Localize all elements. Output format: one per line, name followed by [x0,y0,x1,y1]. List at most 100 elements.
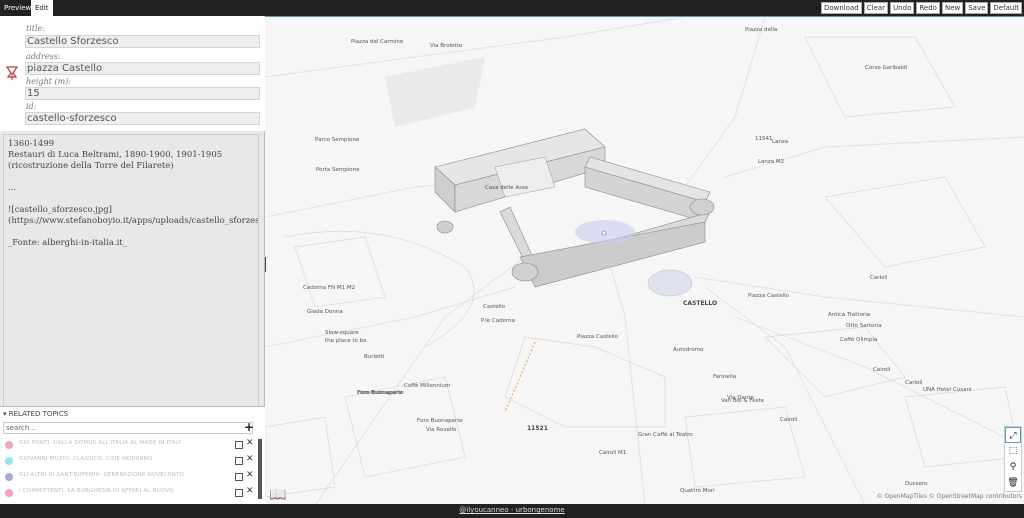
map-label: Via Rovello [426,427,457,433]
castle-3d-model [434,128,715,288]
map-label: Quattro Mori [680,488,715,494]
map-legend-book-icon[interactable]: 📖 [269,487,286,503]
draw-polygon-icon[interactable]: ⬚ [1005,443,1021,459]
list-item[interactable]: GIOVANNI MUZIO: CLASSICO, CIOÈ MODERNO ✕ [3,454,256,468]
map-canvas [265,17,1024,504]
map-label: Castello [483,304,506,310]
map-label: Porta Sempione [316,167,360,173]
id-label: id: [26,102,37,111]
map-label: Otto Sartoria [846,323,882,329]
map-label: Cairoli [780,417,798,423]
map-label: Caffè Millennium [404,383,451,389]
map-label: Lanza M2 [758,159,785,165]
add-topic-button[interactable]: + [244,420,254,434]
map-label: Casa delle Asse [485,185,529,191]
map-label: Farinella [713,374,737,380]
map-label: Cairoli [873,367,891,373]
map-label: Piazza Castello [748,293,790,299]
id-field[interactable]: castello-sforzesco [25,112,260,125]
remove-icon[interactable]: ✕ [246,438,254,448]
map-label: Carioli [870,275,888,281]
map-label: Parco Sempione [315,137,360,143]
map-label: Caffè Olimpia [840,337,878,343]
map-label: Carioli [905,380,923,386]
remove-icon[interactable]: ✕ [246,486,254,496]
map-label: Foro Buonaparte [417,418,463,424]
map-tools: ⤢ ⬚ ⚲ 🗑 [1004,426,1022,492]
topic-label: GIO PONTI: DALLA DOMUS ALL'ITALIA AL MAD… [19,440,182,446]
address-field[interactable]: piazza Castello [25,62,260,75]
map-view[interactable]: Piazza del Carmine Via Broletto Piazza d… [265,16,1024,504]
map-label: the place to be [325,338,367,344]
map-label: Burletti [364,354,385,360]
map-label: Cairoli M1 [599,450,627,456]
map-label: Piazza del Carmine [351,39,404,45]
tab-preview[interactable]: Preview [0,0,36,16]
address-label: address: [26,52,61,61]
map-label: Autodromo [673,347,704,353]
draw-line-icon[interactable]: ⤢ [1005,427,1021,443]
map-label: UNA Hotel Cusani [923,387,972,393]
list-item[interactable]: GIO PONTI: DALLA DOMUS ALL'ITALIA AL MAD… [3,438,256,452]
list-item[interactable]: GLI ALTRI DI SANT'EUFEMIA: GENERAZIONE N… [3,470,256,484]
toolbar: Download Clear Undo Redo New Save Defaul… [820,2,1022,14]
topic-color-dot [5,489,13,497]
related-search-input[interactable]: search... [3,422,253,434]
footer-bar: @ilyoucanneo - urbongenome [0,504,1024,518]
list-item[interactable]: I COMMITTENTI: LA BORGHESIA DI AFFARI AL… [3,486,256,500]
map-label: Foro Buonaparte [358,390,404,396]
description-textarea[interactable]: 1360-1499 Restauri di Luca Beltrami, 189… [3,134,259,422]
remove-icon[interactable]: ✕ [246,470,254,480]
tab-edit[interactable]: Edit [31,0,53,16]
place-marker-icon[interactable]: ⚲ [1005,459,1021,475]
clear-button[interactable]: Clear [863,2,889,14]
download-button[interactable]: Download [820,2,862,14]
map-label: Corso Garibaldi [865,65,908,71]
map-label: Ducsero [905,481,928,487]
related-topics-header[interactable]: ▾ RELATED TOPICS [3,410,68,418]
map-label: Antica Trattoria [828,312,871,318]
related-topics-panel: ▾ RELATED TOPICS search... + GIO PONTI: … [0,406,265,504]
topic-checkbox[interactable] [235,489,243,497]
map-label: Piazza della [745,27,778,33]
map-label: Giada Donna [307,309,343,315]
default-button[interactable]: Default [990,2,1022,14]
related-topics-title: RELATED TOPICS [8,410,69,418]
map-label: Slow-square [325,330,359,336]
trash-icon[interactable]: 🗑 [1005,475,1021,491]
undo-button[interactable]: Undo [890,2,915,14]
map-label: Via Broletto [430,43,463,49]
editor-panel: title: Castello Sforzesco address: piazz… [0,16,265,504]
top-bar: Preview Edit Download Clear Undo Redo Ne… [0,0,1024,16]
map-label: Cadorna FN M1 M2 [303,285,356,291]
topic-label: I COMMITTENTI: LA BORGHESIA DI AFFARI AL… [19,488,174,494]
map-label: Van Bol & Feste [721,398,765,404]
footer-link[interactable]: @ilyoucanneo - urbongenome [0,506,1024,514]
redo-button[interactable]: Redo [916,2,940,14]
map-label: Piazza Castello [577,334,619,340]
location-pin-icon [5,66,19,80]
topic-checkbox[interactable] [235,441,243,449]
map-label: 11521 [527,425,548,432]
feature-form: title: Castello Sforzesco address: piazz… [0,16,265,131]
save-button[interactable]: Save [965,2,989,14]
title-field[interactable]: Castello Sforzesco [25,35,260,48]
related-scrollbar[interactable] [258,439,262,499]
topic-checkbox[interactable] [235,457,243,465]
topic-label: GIOVANNI MUZIO: CLASSICO, CIOÈ MODERNO [19,456,153,462]
map-label: Gran Caffè al Teatro [638,432,693,438]
map-label: CASTELLO [683,300,718,307]
title-label: title: [26,24,45,33]
height-label: height (m): [26,77,71,86]
topic-color-dot [5,457,13,465]
topic-label: GLI ALTRI DI SANT'EUFEMIA: GENERAZIONE N… [19,472,185,478]
map-attribution[interactable]: © OpenMapTiles © OpenStreetMap contribut… [877,493,1022,500]
remove-icon[interactable]: ✕ [246,454,254,464]
topic-checkbox[interactable] [235,473,243,481]
height-field[interactable]: 15 [25,87,260,100]
map-label: P.le Cadorna [481,318,515,324]
map-label: 11541 [755,136,773,142]
new-button[interactable]: New [941,2,964,14]
topic-color-dot [5,441,13,449]
map-label: Lanza [772,139,789,145]
